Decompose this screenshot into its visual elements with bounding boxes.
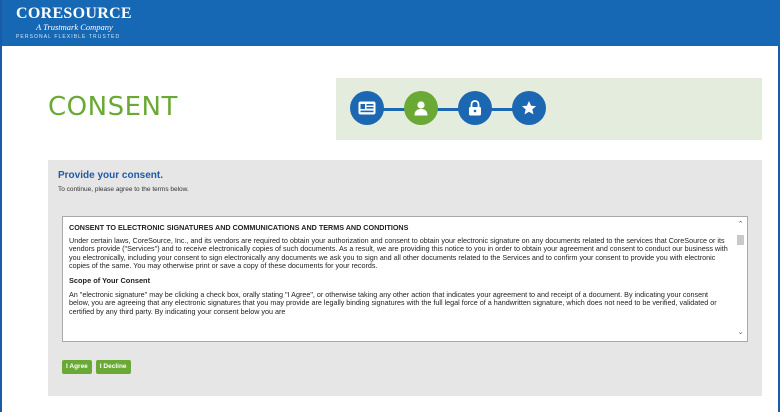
step-id-card: [350, 91, 384, 125]
consent-instruction: To continue, please agree to the terms b…: [58, 186, 189, 193]
terms-scrollbar[interactable]: ⌃ ⌄: [736, 221, 745, 337]
page-frame: CORESOURCE A Trustmark Company PERSONAL …: [0, 0, 780, 412]
logo-tagline: PERSONAL FLEXIBLE TRUSTED: [16, 33, 121, 40]
terms-paragraph-intro: Under certain laws, CoreSource, Inc., an…: [69, 236, 728, 270]
terms-title: CONSENT TO ELECTRONIC SIGNATURES AND COM…: [69, 223, 409, 232]
step-star: [512, 91, 546, 125]
scroll-thumb[interactable]: [737, 235, 744, 245]
page-title: CONSENT: [48, 92, 178, 122]
logo-sub-text: A Trustmark Company: [36, 22, 113, 32]
logo-main-text: CORESOURCE: [16, 5, 132, 22]
terms-content: CONSENT TO ELECTRONIC SIGNATURES AND COM…: [69, 223, 729, 337]
scroll-down-icon[interactable]: ⌄: [736, 329, 745, 337]
step-lock: [458, 91, 492, 125]
scroll-up-icon[interactable]: ⌃: [736, 221, 745, 229]
terms-scroll-box[interactable]: CONSENT TO ELECTRONIC SIGNATURES AND COM…: [62, 216, 748, 342]
consent-button-row: I Agree I Decline: [62, 360, 131, 374]
consent-panel: Provide your consent. To continue, pleas…: [48, 160, 762, 396]
star-icon: [521, 100, 537, 116]
lock-icon: [468, 100, 482, 116]
top-header-bar: CORESOURCE A Trustmark Company PERSONAL …: [2, 0, 780, 46]
user-icon: [413, 100, 429, 116]
terms-subheading-scope: Scope of Your Consent: [69, 276, 151, 286]
id-card-icon: [358, 101, 376, 115]
agree-button[interactable]: I Agree: [62, 360, 92, 374]
consent-heading: Provide your consent.: [58, 170, 164, 181]
coresource-logo[interactable]: CORESOURCE A Trustmark Company PERSONAL …: [16, 6, 132, 40]
terms-paragraph-scope: An "electronic signature" may be clickin…: [69, 290, 717, 316]
progress-steps-panel: [336, 78, 762, 140]
progress-steps: [350, 90, 550, 128]
step-user: [404, 91, 438, 125]
decline-button[interactable]: I Decline: [95, 360, 131, 374]
